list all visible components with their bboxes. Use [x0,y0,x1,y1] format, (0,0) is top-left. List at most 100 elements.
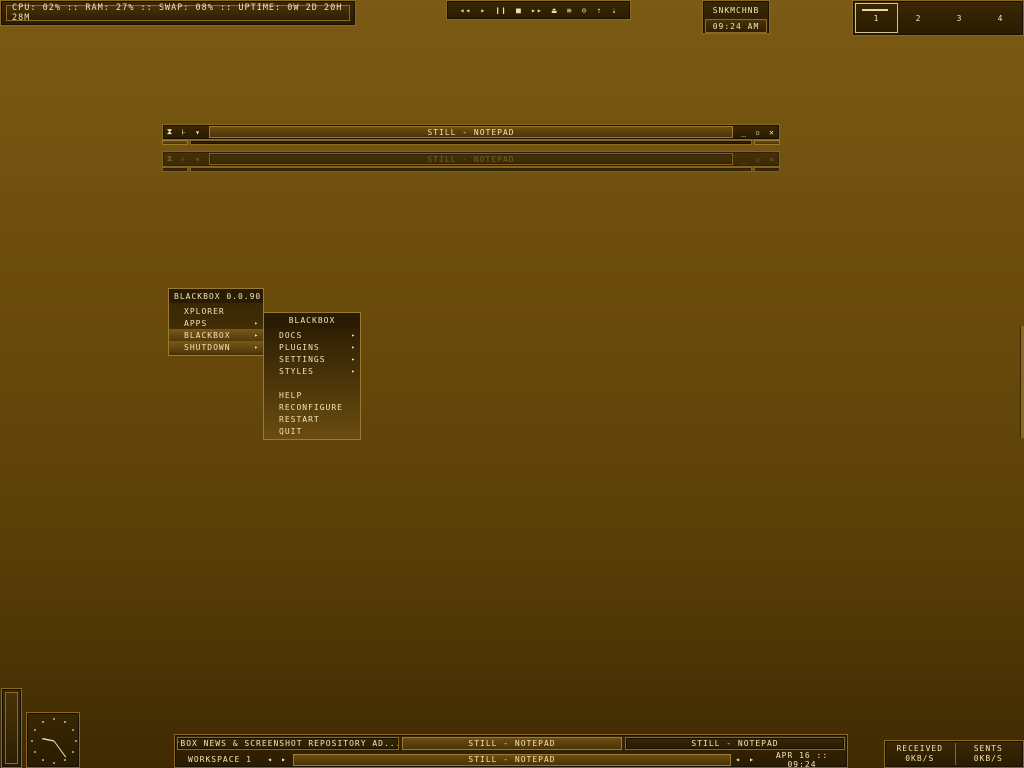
close-icon[interactable]: ✕ [765,152,779,166]
playlist-icon[interactable]: ≡ [567,6,573,15]
window-handle-bar[interactable] [190,167,752,172]
window-menu-icon[interactable]: ▾ [191,152,205,166]
level-meter-bar [5,692,18,764]
window-title[interactable]: STILL - NOTEPAD [209,126,733,138]
submenu-arrow-icon: ▸ [351,355,356,363]
window-handle[interactable] [162,167,780,173]
sent-cell: SENTS 0KB/S [954,743,1022,765]
workspace-label: WORKSPACE 1 [188,755,252,764]
window-handle[interactable] [162,140,780,146]
task-list: *BOX NEWS & SCREENSHOT REPOSITORY AD... … [177,737,845,751]
stop-icon[interactable]: ■ [516,6,522,15]
task-button[interactable]: *BOX NEWS & SCREENSHOT REPOSITORY AD... [177,737,399,750]
resize-grip-right[interactable] [754,167,780,172]
network-monitor: RECEIVED 0KB/S SENTS 0KB/S [884,740,1024,768]
close-icon[interactable]: ✕ [765,125,779,139]
window-titlebar[interactable]: ⧗ ⊦ ▾ STILL - NOTEPAD _ ▫ ✕ [162,124,780,140]
menu-item-apps[interactable]: APPS ▸ [169,317,263,329]
submenu-arrow-icon: ▸ [351,331,356,339]
minimize-icon[interactable]: _ [737,152,751,166]
stick-icon[interactable]: ⊦ [177,125,191,139]
minimize-icon[interactable]: _ [737,125,751,139]
maximize-icon[interactable]: ▫ [751,152,765,166]
menu-item-reconfigure[interactable]: RECONFIGURE [264,401,360,413]
submenu-arrow-icon: ▸ [254,319,259,327]
clock-hour-hand [42,737,55,742]
clock-tick [42,759,44,761]
window-title[interactable]: STILL - NOTEPAD [209,153,733,165]
prev-workspace-icon[interactable]: ◂ [263,755,277,764]
notepad-window[interactable]: ⧗ ⊦ ▾ STILL - NOTEPAD _ ▫ ✕ [162,124,780,146]
shade-icon[interactable]: ⧗ [163,125,177,139]
menu-item-label: RESTART [279,414,320,424]
volume-down-icon[interactable]: ⇣ [612,6,618,15]
volume-up-icon[interactable]: ⇡ [597,6,603,15]
menu-item-blackbox[interactable]: BLACKBOX ▸ [169,329,263,341]
rewind-icon[interactable]: ◂◂ [460,6,472,15]
next-workspace-icon[interactable]: ▸ [277,755,291,764]
menu-item-settings[interactable]: SETTINGS ▸ [264,353,360,365]
blackbox-submenu: BLACKBOX DOCS ▸ PLUGINS ▸ SETTINGS ▸ STYLES ▸ HE… [263,312,361,440]
system-stats-display: CPU: 02% :: RAM: 27% :: SWAP: 08% :: UPT… [6,3,350,23]
received-cell: RECEIVED 0KB/S [887,743,953,765]
fast-forward-icon[interactable]: ▸▸ [531,6,543,15]
host-clock-widget: SNKMCHNB 09:24 AM [702,0,770,34]
resize-grip-right[interactable] [754,140,780,145]
menu-item-label: SETTINGS [279,354,326,364]
clock-tick [34,729,36,731]
menu-item-label: STYLES [279,366,314,376]
maximize-icon[interactable]: ▫ [751,125,765,139]
submenu-title: BLACKBOX [264,313,360,327]
prev-window-icon[interactable]: ◂ [731,755,745,764]
task-button-active[interactable]: STILL - NOTEPAD [402,737,622,750]
clock-tick [42,721,44,723]
window-menu-icon[interactable]: ▾ [191,125,205,139]
menu-item-styles[interactable]: STYLES ▸ [264,365,360,377]
menu-item-restart[interactable]: RESTART [264,413,360,425]
workspace-4[interactable]: 4 [980,3,1021,33]
host-name: SNKMCHNB [712,5,760,15]
menu-item-xplorer[interactable]: XPLORER [169,305,263,317]
right-edge-handle[interactable] [1020,326,1024,438]
host-time: 09:24 AM [705,19,767,33]
root-menu-title: BLACKBOX 0.0.90 [169,289,263,303]
window-titlebar[interactable]: ⧗ ⊦ ▾ STILL - NOTEPAD _ ▫ ✕ [162,151,780,167]
play-icon[interactable]: ▸ [480,6,486,15]
workspace-2[interactable]: 2 [898,3,939,33]
submenu-arrow-icon: ▸ [254,343,259,351]
notepad-window-inactive[interactable]: ⧗ ⊦ ▾ STILL - NOTEPAD _ ▫ ✕ [162,151,780,173]
clock-tick [34,751,36,753]
workspace-3[interactable]: 3 [939,3,980,33]
task-button[interactable]: STILL - NOTEPAD [625,737,845,750]
workspace-1[interactable]: 1 [855,3,898,33]
shade-icon[interactable]: ⧗ [163,152,177,166]
window-handle-bar[interactable] [190,140,752,145]
menu-separator [264,377,360,389]
menu-item-help[interactable]: HELP [264,389,360,401]
menu-item-quit[interactable]: QUIT [264,425,360,437]
pause-icon[interactable]: ❙❙ [495,6,507,15]
clock-tick [53,718,55,720]
stick-icon[interactable]: ⊦ [177,152,191,166]
received-value: 0KB/S [905,754,935,763]
root-menu-items: XPLORER APPS ▸ BLACKBOX ▸ SHUTDOWN ▸ [169,303,263,355]
current-window-label[interactable]: STILL - NOTEPAD [293,753,731,766]
clock-tick [72,729,74,731]
menu-item-label: PLUGINS [279,342,320,352]
menu-item-label: BLACKBOX [184,330,231,340]
root-menu: BLACKBOX 0.0.90 XPLORER APPS ▸ BLACKBOX ▸ SHU… [168,288,264,356]
resize-grip-left[interactable] [162,167,188,172]
submenu-arrow-icon: ▸ [254,331,259,339]
sent-value: 0KB/S [973,754,1003,763]
next-window-icon[interactable]: ▸ [745,755,759,764]
eject-icon[interactable]: ⏏ [552,6,558,15]
clock-face [31,718,77,764]
resize-grip-left[interactable] [162,140,188,145]
repeat-icon[interactable]: ⊙ [582,6,588,15]
menu-item-plugins[interactable]: PLUGINS ▸ [264,341,360,353]
menu-item-label: RECONFIGURE [279,402,343,412]
menu-item-shutdown[interactable]: SHUTDOWN ▸ [169,341,263,353]
menu-item-docs[interactable]: DOCS ▸ [264,329,360,341]
received-label: RECEIVED [896,744,944,753]
menu-item-label: DOCS [279,330,303,340]
